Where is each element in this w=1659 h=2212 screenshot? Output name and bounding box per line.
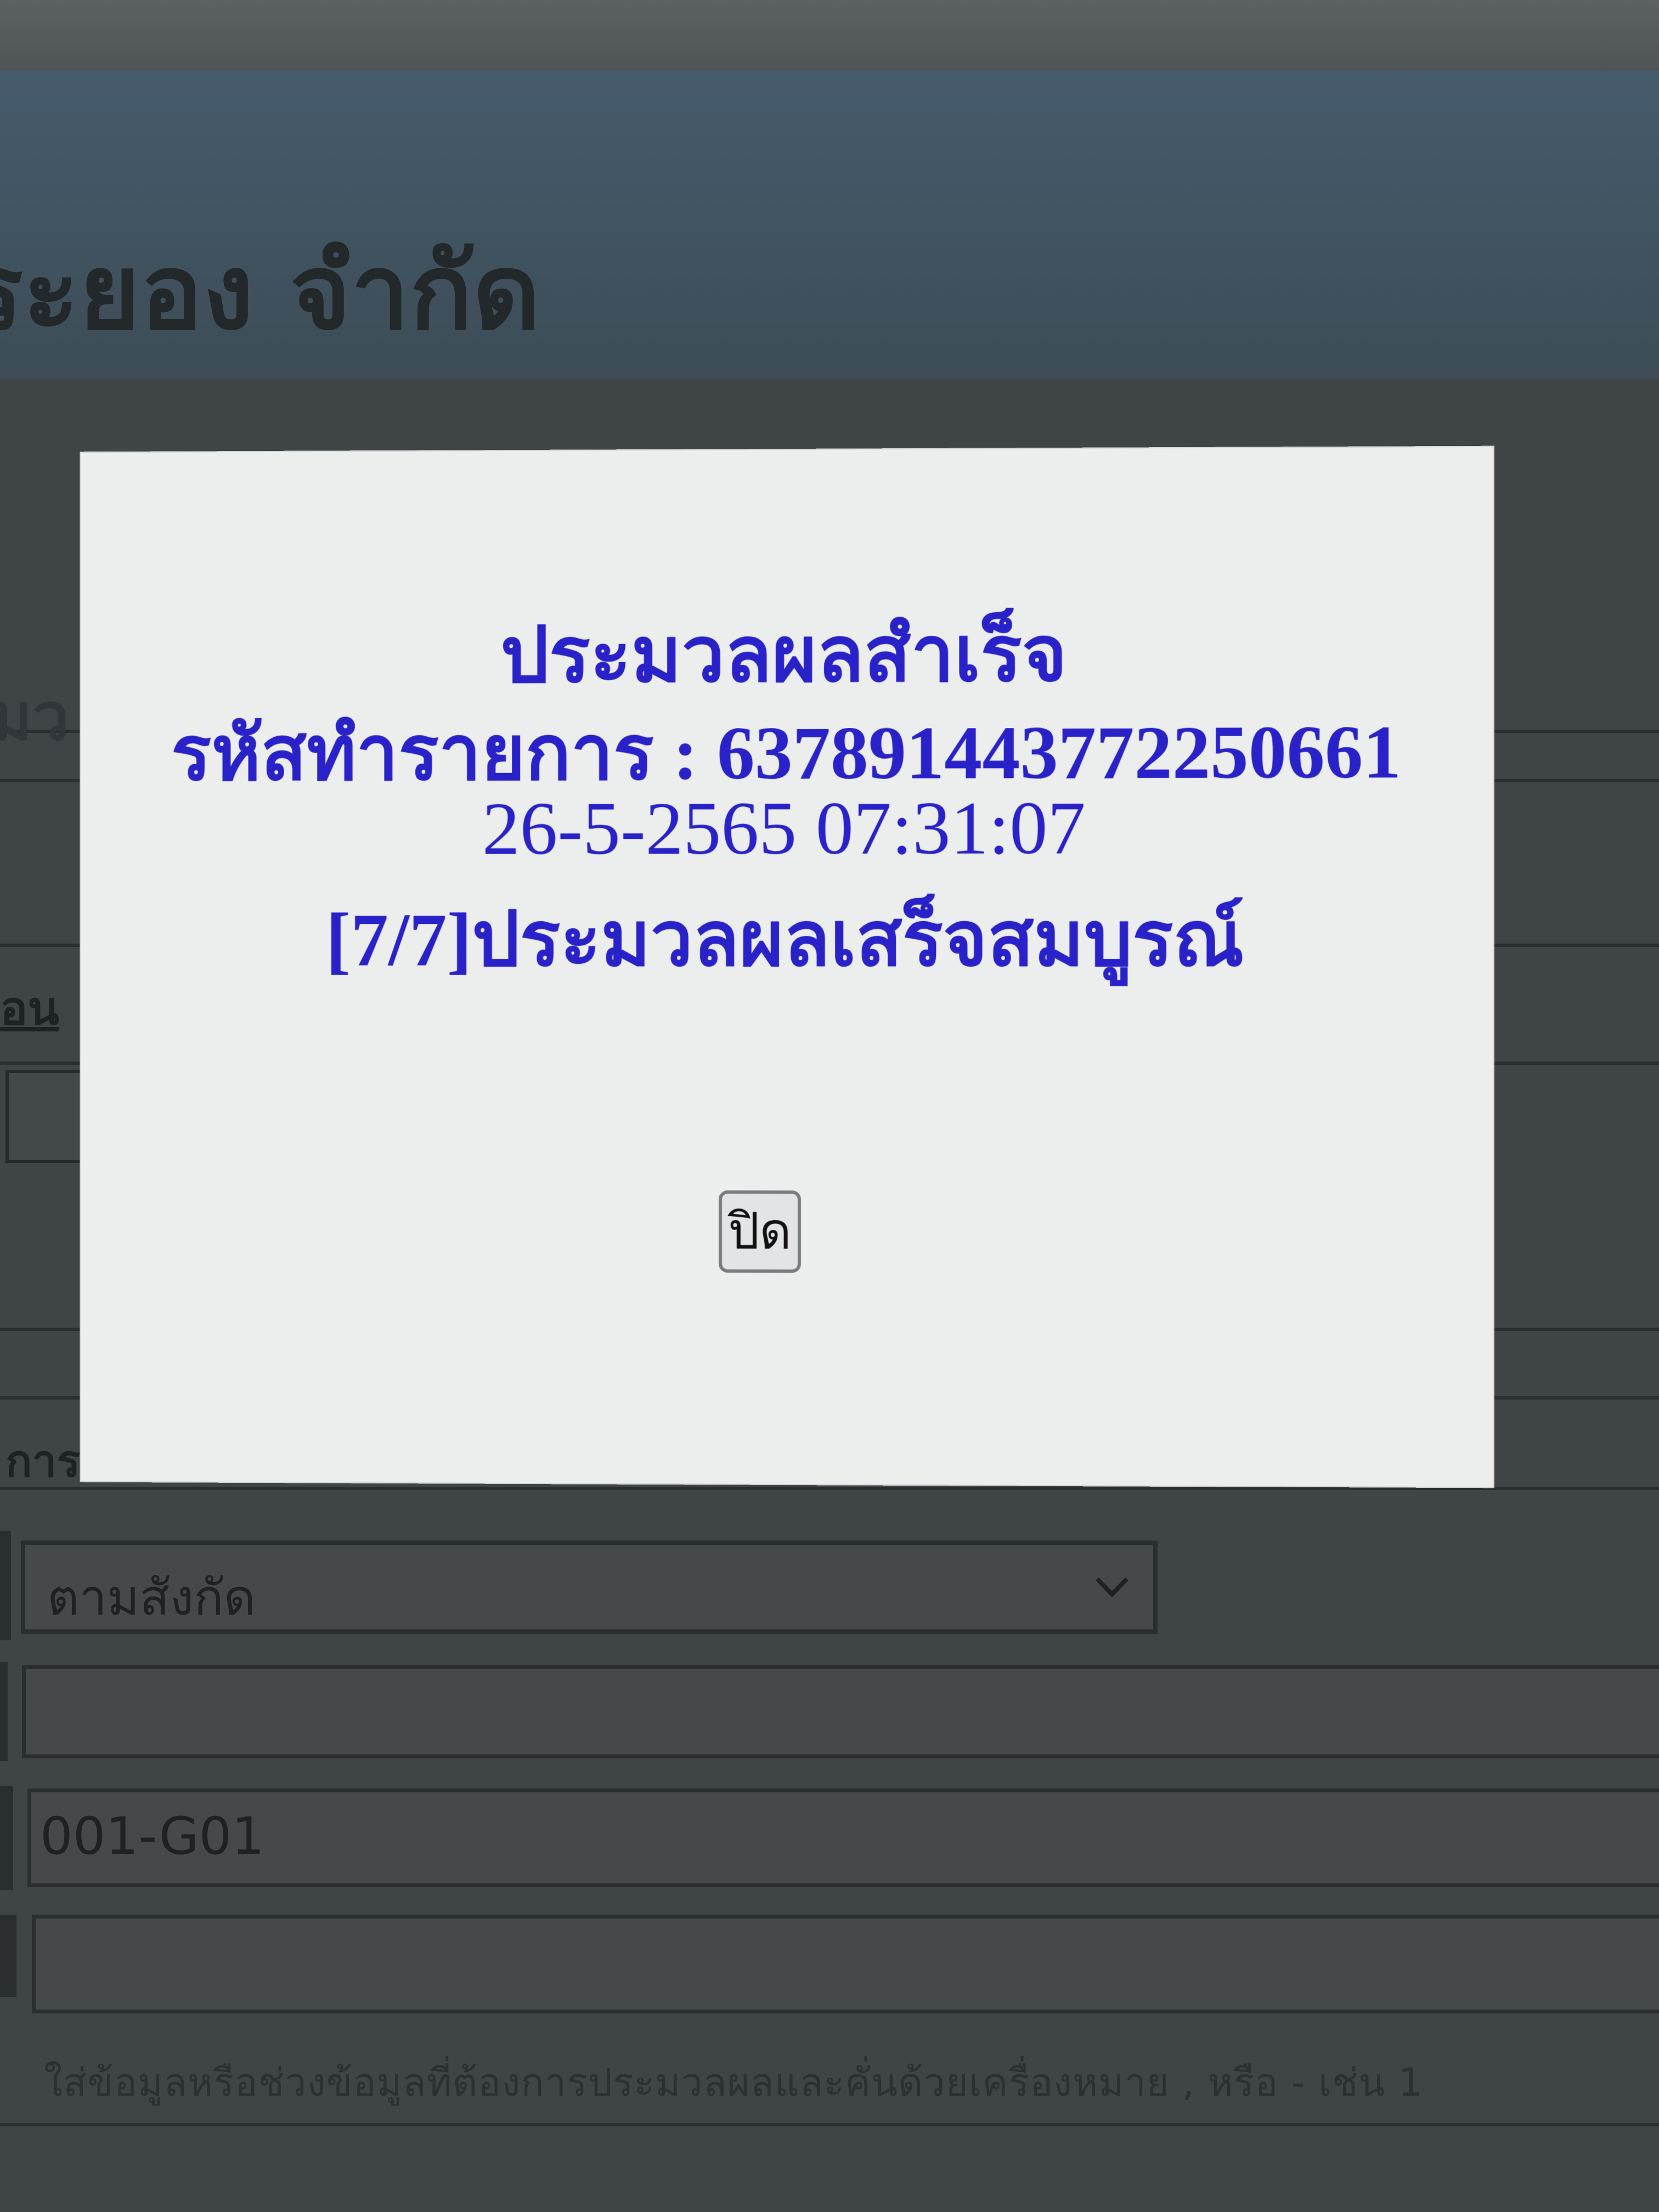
text-field[interactable]: [22, 1665, 1659, 1758]
timestamp: 26-5-2565 07:31:07: [482, 786, 1086, 871]
affiliation-dropdown[interactable]: ตามสังกัด: [21, 1541, 1158, 1634]
divider: [0, 1487, 1659, 1490]
input-field[interactable]: [5, 1070, 93, 1163]
divider: [0, 1915, 16, 1997]
screen: ระยอง จำกัด มว อน การ ตามสังกัด 001-G01 …: [0, 0, 1659, 2212]
form-label: การ: [5, 1436, 81, 1487]
divider: [0, 1786, 13, 1890]
code-field[interactable]: 001-G01: [27, 1788, 1659, 1887]
divider: [0, 1662, 8, 1761]
range-field[interactable]: [32, 1915, 1659, 2013]
monitor-bezel: [0, 0, 1659, 71]
chevron-down-icon: [1096, 1577, 1128, 1598]
result-dialog: ประมวลผลสำเร็จ รหัสทำรายการ : 6378914437…: [81, 447, 1494, 1487]
field-value: 001-G01: [40, 1807, 265, 1866]
form-label: อน: [0, 981, 59, 1035]
status-message: [7/7]ประมวลผลเสร็จสมบูรณ์: [325, 897, 1244, 982]
page-header: ระยอง จำกัด: [0, 71, 1659, 379]
divider: [0, 1531, 11, 1640]
page-title: ระยอง จำกัด: [0, 232, 540, 353]
close-button[interactable]: ปิด: [719, 1190, 801, 1273]
divider: [0, 2123, 1659, 2126]
dropdown-value: ตามสังกัด: [47, 1569, 256, 1627]
form-label: มว: [0, 679, 70, 755]
help-text: ใส่ข้อมูลหรือช่วงข้อมูลที่ต้องการประมวลผ…: [44, 2060, 1424, 2105]
